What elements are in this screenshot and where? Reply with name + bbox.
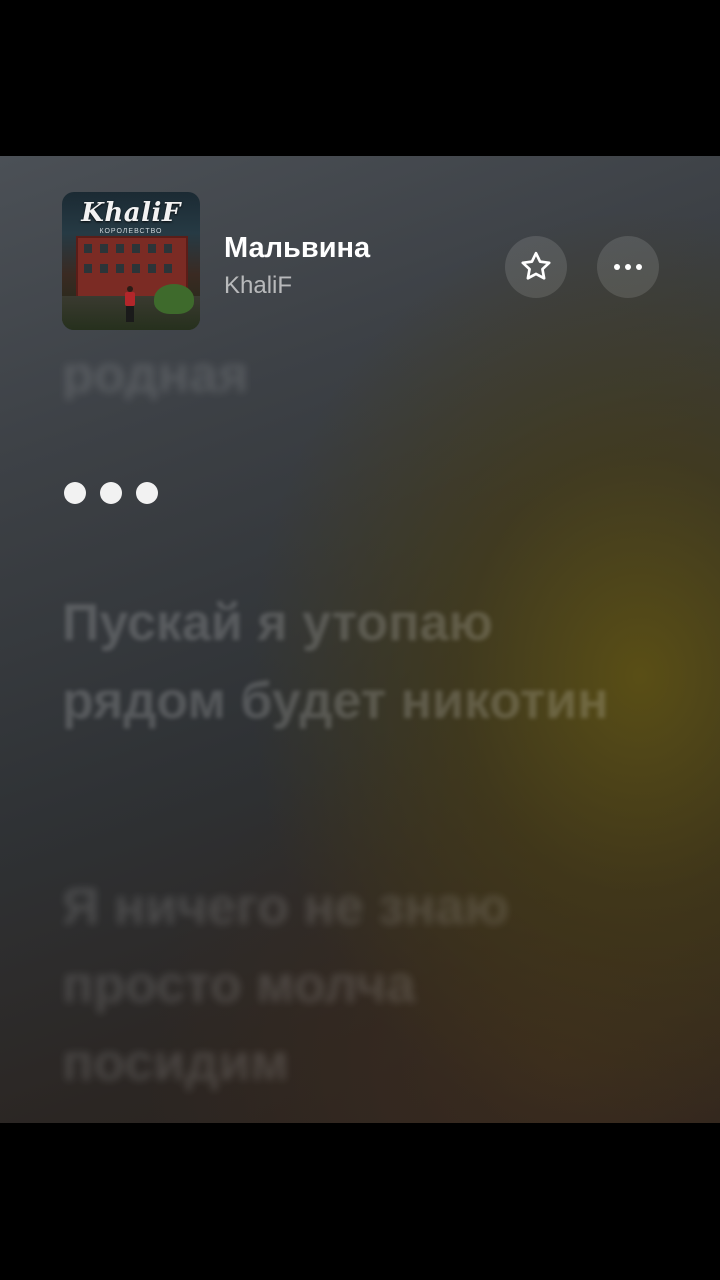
now-playing-header: KhaliF КОРОЛЕВСТВО Мальвина KhaliF [62, 192, 662, 332]
track-title: Мальвина [224, 232, 371, 264]
album-logo-text: KhaliF [81, 198, 181, 228]
favorite-button[interactable] [505, 236, 567, 298]
lyric-line-after-next[interactable]: Я ничего не знаю просто молча посидим [62, 868, 642, 1102]
screen: KhaliF КОРОЛЕВСТВО Мальвина KhaliF родна… [0, 0, 720, 1280]
dot-icon [64, 482, 86, 504]
dot-icon [136, 482, 158, 504]
album-trees-art [154, 284, 194, 314]
dot-icon [100, 482, 122, 504]
instrumental-dots-indicator [64, 482, 158, 504]
track-artist[interactable]: KhaliF [224, 272, 292, 300]
more-options-button[interactable] [597, 236, 659, 298]
star-outline-icon [521, 251, 551, 280]
ellipsis-icon [614, 264, 642, 270]
album-cover[interactable]: KhaliF КОРОЛЕВСТВО [62, 192, 200, 330]
lyric-line-previous[interactable]: родная [62, 336, 642, 400]
lyric-line-next[interactable]: Пускай я утопаю рядом будет никотин [62, 584, 642, 740]
album-subtitle-text: КОРОЛЕВСТВО [99, 228, 163, 235]
album-person-art [124, 286, 136, 322]
lyrics-player: KhaliF КОРОЛЕВСТВО Мальвина KhaliF родна… [0, 156, 720, 1123]
